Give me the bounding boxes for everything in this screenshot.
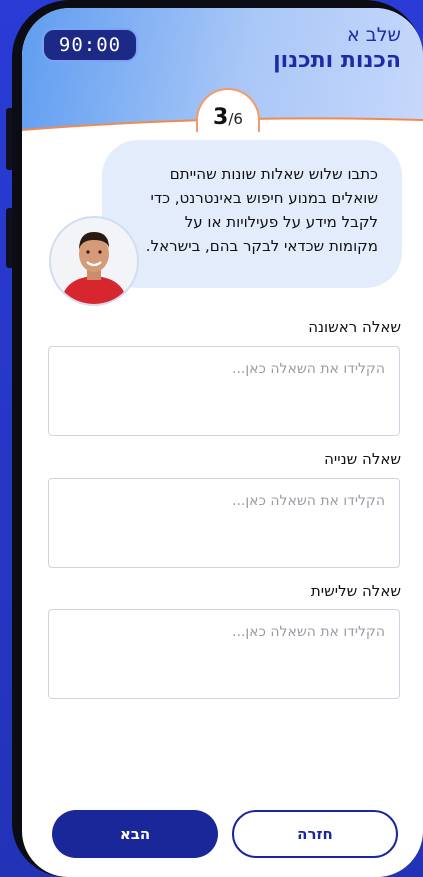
instruction-line: לקבל מידע על פעילויות או על (184, 213, 378, 231)
instruction-line: שואלים במנוע חיפוש באינטרנט, כדי (150, 189, 378, 207)
page-title: הכנות ותכנון (273, 48, 401, 73)
timer: 90:00 (42, 28, 138, 62)
next-button[interactable]: הבא (52, 810, 218, 858)
stage-label: שלב א (347, 24, 401, 46)
instruction-bubble: כתבו שלוש שאלות שונות שהייתם שואלים במנו… (102, 140, 402, 288)
question-3-label: שאלה שלישית (310, 582, 401, 600)
back-button[interactable]: חזרה (232, 810, 398, 858)
question-2-label: שאלה שנייה (324, 450, 401, 468)
step-total: /6 (228, 110, 243, 128)
question-1-label: שאלה ראשונה (308, 318, 401, 336)
question-2-input[interactable] (48, 478, 400, 568)
step-current: 3 (213, 105, 229, 130)
app-screen: 90:00 שלב א הכנות ותכנון 3 /6 כתבו שלוש … (22, 8, 423, 877)
question-3-input[interactable] (48, 609, 400, 699)
instruction-line: כתבו שלוש שאלות שונות שהייתם (169, 165, 378, 183)
instruction-line: מקומות שכדאי לבקר בהם, בישראל. (145, 237, 378, 255)
person-avatar-icon (49, 216, 139, 306)
question-1-input[interactable] (48, 346, 400, 436)
